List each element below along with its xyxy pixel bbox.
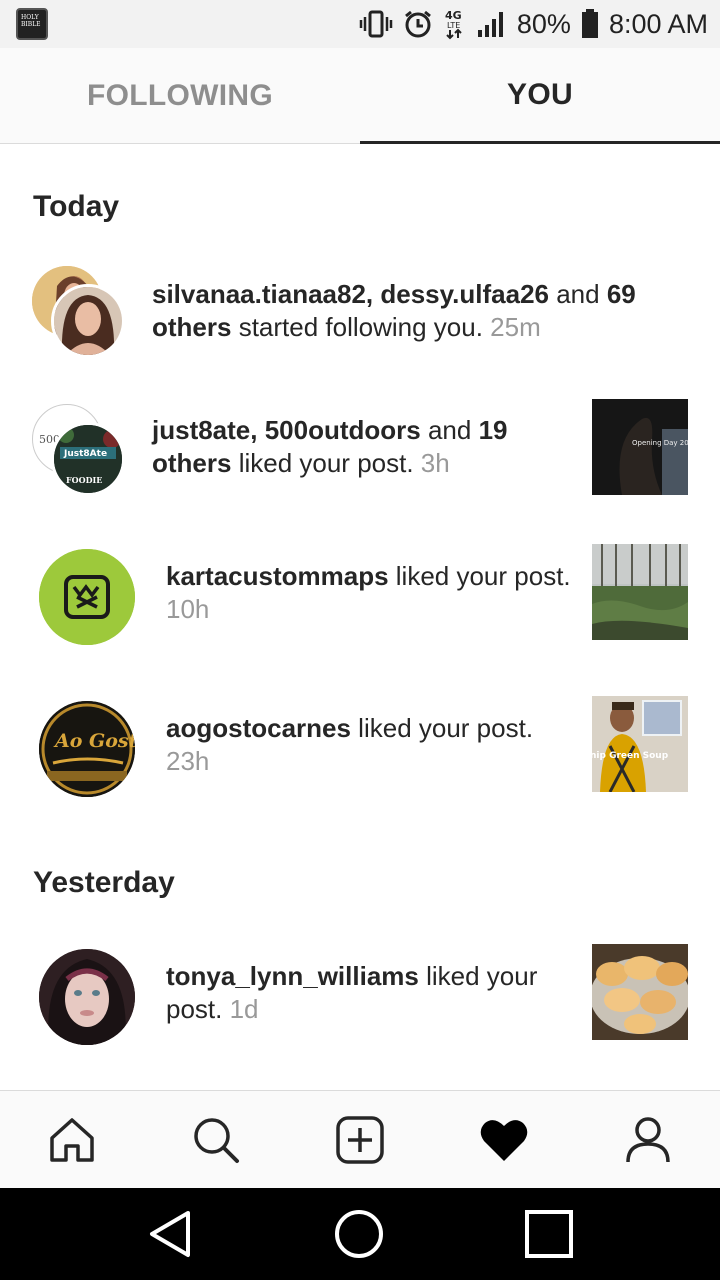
- avatar-front[interactable]: [51, 284, 125, 358]
- others-count: 19: [478, 415, 508, 445]
- post-thumbnail[interactable]: [592, 944, 688, 1040]
- status-bar: HOLY BIBLE 4G LTE 80% 8:00 AM: [0, 0, 720, 48]
- action-text: liked your post.: [388, 561, 571, 591]
- avatar-brand-text: Just8Ate: [63, 449, 107, 459]
- action-text: liked your post.: [350, 713, 534, 743]
- app-icon-label: HOLY BIBLE: [21, 14, 41, 28]
- section-today: Today: [33, 190, 120, 223]
- vibrate-icon: [359, 10, 393, 38]
- timestamp: 1d: [229, 994, 259, 1024]
- notification-text: silvanaa.tianaa82, dessy.ulfaa26 and 69 …: [152, 278, 692, 344]
- activity-heart-icon[interactable]: [464, 1100, 544, 1180]
- notification-text: aogostocarnes liked your post. 23h: [166, 712, 576, 778]
- signal-icon: [477, 10, 507, 38]
- usernames[interactable]: kartacustommaps: [166, 561, 389, 591]
- usernames[interactable]: just8ate, 500outdoors: [152, 415, 421, 445]
- avatar-aogostocarnes[interactable]: Ao Gosto: [39, 701, 135, 797]
- usernames[interactable]: silvanaa.tianaa82, dessy.ulfaa26: [152, 279, 549, 309]
- timestamp: 10h: [166, 594, 210, 624]
- add-post-icon[interactable]: [320, 1100, 400, 1180]
- section-yesterday: Yesterday: [33, 866, 175, 899]
- usernames[interactable]: aogostocarnes: [166, 713, 351, 743]
- timestamp: 25m: [490, 312, 541, 342]
- home-icon[interactable]: [32, 1100, 112, 1180]
- system-navigation-bar: [0, 1188, 720, 1280]
- others-count: 69: [606, 279, 636, 309]
- alarm-icon: [403, 9, 433, 39]
- avatar-brand-text: Ao Gosto: [53, 730, 135, 752]
- recents-icon[interactable]: [489, 1188, 609, 1280]
- tab-you[interactable]: YOU: [360, 48, 720, 144]
- activity-tabs: FOLLOWING YOU: [0, 48, 720, 144]
- joiner: and: [420, 415, 479, 445]
- avatar-kartacustommaps[interactable]: [39, 549, 135, 645]
- tab-following[interactable]: FOLLOWING: [0, 48, 360, 144]
- timestamp: 3h: [420, 448, 450, 478]
- notification-text: kartacustommaps liked your post. 10h: [166, 560, 576, 626]
- others-label: others: [152, 312, 232, 342]
- thumbnail-caption: nip Green Soup: [592, 751, 669, 761]
- thumbnail-caption: Opening Day 2018: [632, 439, 688, 447]
- home-circle-icon[interactable]: [299, 1188, 419, 1280]
- post-thumbnail[interactable]: nip Green Soup: [592, 696, 688, 792]
- avatar-front[interactable]: Just8Ate FOODIE: [51, 422, 125, 496]
- search-icon[interactable]: [176, 1100, 256, 1180]
- joiner: and: [548, 279, 607, 309]
- notification-row[interactable]: 500 Just8Ate FOODIE just8ate, 500outdoors…: [0, 398, 720, 498]
- back-icon[interactable]: [110, 1188, 230, 1280]
- bottom-navigation: [0, 1090, 720, 1188]
- notification-row[interactable]: kartacustommaps liked your post. 10h: [0, 544, 720, 646]
- notification-row[interactable]: Ao Gosto aogostocarnes liked your post. …: [0, 696, 720, 798]
- battery-icon: [581, 9, 599, 39]
- network-lte-icon: 4G LTE: [443, 8, 467, 40]
- post-thumbnail[interactable]: [592, 544, 688, 640]
- action-text: started following you.: [231, 312, 491, 342]
- clock: 8:00 AM: [608, 8, 708, 39]
- notification-row[interactable]: silvanaa.tianaa82, dessy.ulfaa26 and 69 …: [0, 262, 720, 372]
- bible-app-icon: HOLY BIBLE: [16, 8, 48, 40]
- timestamp: 23h: [166, 746, 210, 776]
- post-thumbnail[interactable]: Opening Day 2018: [592, 399, 688, 495]
- notification-text: just8ate, 500outdoors and 19 others like…: [152, 414, 572, 480]
- notification-row[interactable]: tonya_lynn_williams liked your post. 1d: [0, 944, 720, 1046]
- others-label: others: [152, 448, 232, 478]
- avatar-tonya[interactable]: [39, 949, 135, 1045]
- profile-icon[interactable]: [608, 1100, 688, 1180]
- avatar-sub-text: FOODIE: [66, 475, 102, 485]
- svg-text:LTE: LTE: [447, 21, 460, 30]
- action-text: liked your post.: [231, 448, 421, 478]
- usernames[interactable]: tonya_lynn_williams: [166, 961, 419, 991]
- notification-text: tonya_lynn_williams liked your post. 1d: [166, 960, 576, 1026]
- battery-percent: 80%: [516, 8, 571, 39]
